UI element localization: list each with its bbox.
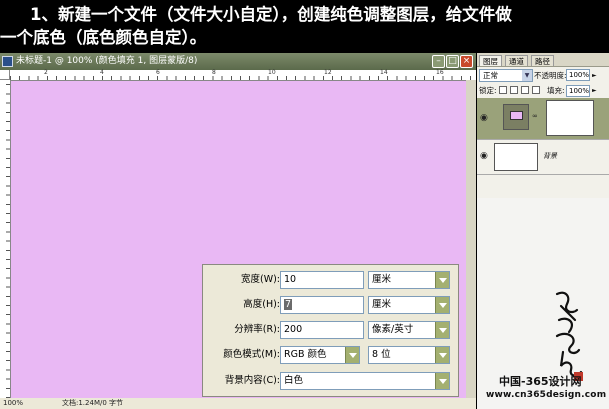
height-unit-value: 厘米 [372,299,392,310]
height-unit-select[interactable]: 厘米 [368,296,450,314]
ruler-label: 10 [268,69,276,76]
photoshop-doc-icon [2,56,13,67]
layer-color-fill[interactable]: ◉ ∞ [477,98,609,140]
tab-paths[interactable]: 路径 [531,55,554,66]
bit-depth-value: 8 位 [372,349,391,360]
ruler-label: 12 [324,69,332,76]
layer-name[interactable]: 背景 [543,151,557,161]
instruction-banner: 1、新建一个文件（文件大小自定），创建纯色调整图层，给文件做 一个底色（底色颜色… [0,0,609,52]
layer-mask-thumbnail[interactable] [546,100,594,136]
color-mode-select[interactable]: RGB 颜色 [280,346,360,364]
ruler-label: 6 [156,69,160,76]
layer-background[interactable]: ◉ 背景 [477,140,609,175]
ruler-label: 14 [380,69,388,76]
bit-depth-select[interactable]: 8 位 [368,346,450,364]
background-contents-select[interactable]: 白色 [280,372,450,390]
width-label: 宽度(W): [240,274,280,285]
fill-color-swatch [510,111,523,120]
new-document-dialog: 宽度(W): 10 厘米 高度(H): 7 厘米 分辨率(R): 200 像素/… [202,264,459,397]
lock-fill-row: 锁定: 填充: 100% ► [477,84,609,98]
color-mode-value: RGB 颜色 [284,349,327,360]
chevron-down-icon [435,272,449,288]
opacity-input[interactable]: 100% [566,69,590,81]
width-unit-select[interactable]: 厘米 [368,271,450,289]
height-row: 高度(H): 7 厘米 [203,295,460,315]
chevron-down-icon [345,347,359,363]
tab-channels[interactable]: 通道 [505,55,528,66]
height-input[interactable]: 7 [280,296,364,314]
watermark-title: 中国-365设计网 [499,375,582,388]
panel-tabs: 图层 通道 路径 [477,53,609,67]
ruler-label: 16 [436,69,444,76]
instruction-line-1: 1、新建一个文件（文件大小自定），创建纯色调整图层，给文件做 [30,5,512,24]
width-unit-value: 厘米 [372,274,392,285]
ruler-label: 4 [100,69,104,76]
ruler-corner[interactable] [0,70,10,80]
document-info: 文档:1.24M/0 字节 [62,399,124,407]
tab-layers[interactable]: 图层 [479,55,502,66]
resolution-unit-value: 像素/英寸 [372,324,414,335]
chevron-down-icon: ▼ [522,70,532,81]
close-button[interactable]: × [460,55,473,68]
color-mode-row: 颜色模式(M): RGB 颜色 8 位 [203,345,460,365]
zoom-level[interactable]: 100% [3,398,23,409]
background-contents-row: 背景内容(C): 白色 [203,371,460,391]
height-label: 高度(H): [243,299,280,310]
resolution-label: 分辨率(R): [234,324,280,335]
resolution-row: 分辨率(R): 200 像素/英寸 [203,320,460,340]
vertical-scrollbar[interactable] [466,80,476,398]
link-icon[interactable]: ∞ [532,112,538,120]
resolution-input[interactable]: 200 [280,321,364,339]
chevron-right-icon[interactable]: ► [592,84,597,97]
width-row: 宽度(W): 10 厘米 [203,270,460,290]
watermark-url: www.cn365design.com [486,390,607,400]
fill-input[interactable]: 100% [566,85,590,97]
lock-all-icon[interactable] [532,86,540,94]
calligraphy-signature [555,291,583,381]
resolution-unit-select[interactable]: 像素/英寸 [368,321,450,339]
status-bar: 100% 文档:1.24M/0 字节 [0,398,476,409]
document-titlebar[interactable]: 未标题-1 @ 100% (颜色填充 1, 图层蒙版/8) – □ × [0,53,476,70]
height-value: 7 [284,299,293,310]
maximize-button[interactable]: □ [446,55,459,68]
background-contents-value: 白色 [284,375,304,386]
eye-icon[interactable]: ◉ [480,151,488,161]
fill-label: 填充: [547,86,565,95]
width-input[interactable]: 10 [280,271,364,289]
document-title: 未标题-1 @ 100% (颜色填充 1, 图层蒙版/8) [16,56,198,66]
chevron-down-icon [435,373,449,389]
background-thumbnail [494,143,538,171]
chevron-right-icon[interactable]: ► [592,69,597,82]
lock-image-icon[interactable] [510,86,518,94]
ruler-label: 8 [212,69,216,76]
chevron-down-icon [435,297,449,313]
color-mode-label: 颜色模式(M): [223,349,280,360]
background-contents-label: 背景内容(C): [224,375,280,386]
blend-mode-value: 正常 [483,71,498,80]
ruler-label: 2 [44,69,48,76]
instruction-line-2: 一个底色（底色颜色自定）。 [0,28,207,47]
vertical-ruler[interactable] [0,80,11,398]
blend-opacity-row: 正常 ▼ 不透明度: 100% ► [477,67,609,84]
chevron-down-icon [435,347,449,363]
lock-transparency-icon[interactable] [499,86,507,94]
blend-mode-select[interactable]: 正常 ▼ [479,69,533,82]
eye-icon[interactable]: ◉ [480,113,488,123]
lock-label: 锁定: [479,86,497,95]
chevron-down-icon [435,322,449,338]
lock-position-icon[interactable] [521,86,529,94]
opacity-label: 不透明度: [534,71,567,80]
minimize-button[interactable]: – [432,55,445,68]
layers-panel: 图层 通道 路径 正常 ▼ 不透明度: 100% ► 锁定: 填充: 100% … [477,53,609,409]
horizontal-ruler[interactable]: 2 4 6 8 10 12 14 16 [10,69,476,81]
fill-swatch-thumbnail[interactable] [503,104,529,130]
